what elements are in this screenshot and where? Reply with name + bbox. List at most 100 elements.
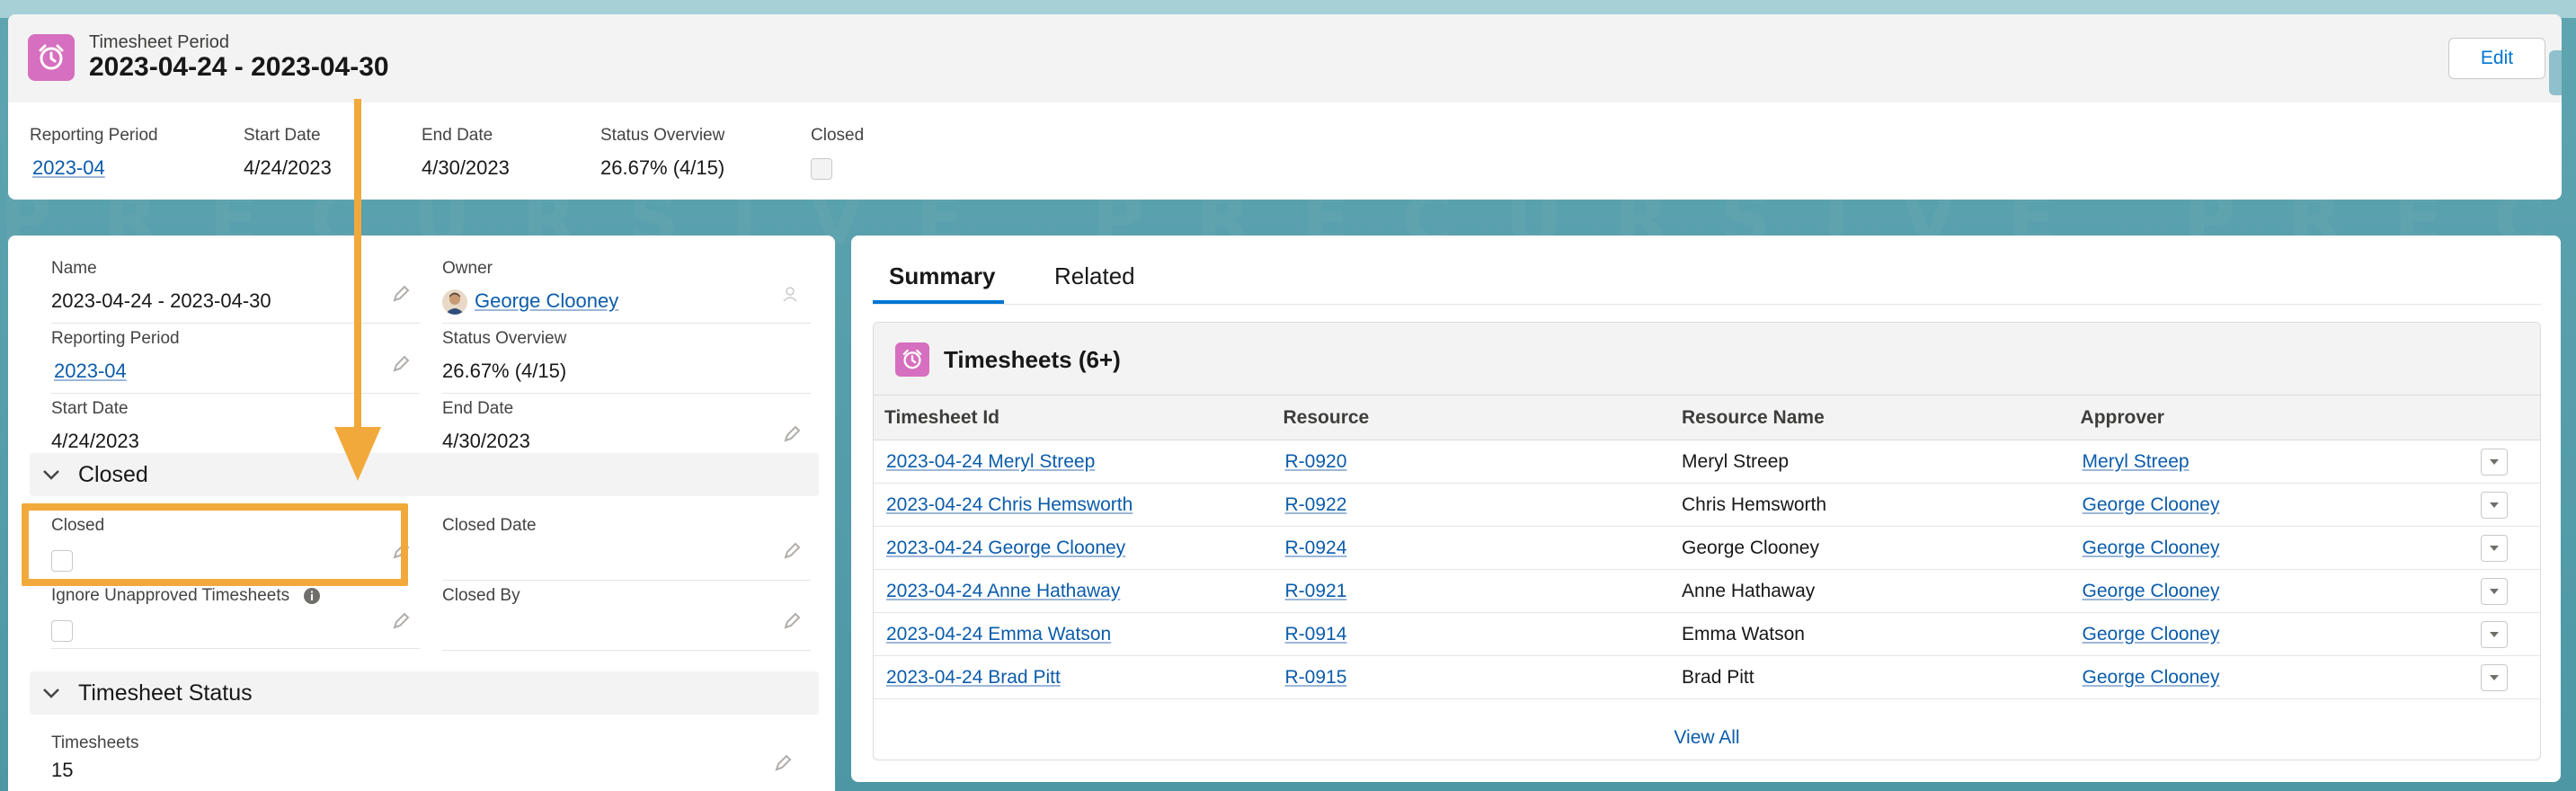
table-cell: George Clooney	[2070, 527, 2469, 570]
highlight-value: 4/30/2023	[422, 156, 510, 179]
timesheet-id-link[interactable]: 2023-04-24 Emma Watson	[886, 624, 1111, 644]
side-panel-tab[interactable]	[2549, 50, 2562, 95]
row-actions-dropdown[interactable]	[2481, 491, 2509, 519]
change-owner-icon[interactable]	[782, 284, 802, 304]
field-label-text: Ignore Unapproved Timesheets	[51, 586, 290, 605]
reporting-period-link[interactable]: 2023-04	[54, 360, 127, 382]
pencil-icon[interactable]	[391, 284, 411, 304]
active-tab-indicator	[873, 300, 1004, 304]
table-cell: Meryl Streep	[1671, 440, 2070, 484]
timesheets-related-list: Timesheets (6+) Timesheet Id Resource Re…	[873, 322, 2541, 760]
pencil-icon[interactable]	[773, 753, 793, 773]
timesheet-id-link[interactable]: 2023-04-24 Anne Hathaway	[886, 581, 1120, 601]
chevron-down-icon	[2490, 674, 2500, 680]
approver-link[interactable]: George Clooney	[2083, 581, 2220, 601]
highlight-label: End Date	[422, 126, 493, 145]
table-cell: R-0915	[1273, 656, 1672, 699]
field-timesheets: Timesheets 15	[51, 733, 802, 786]
column-header[interactable]: Timesheet Id	[874, 396, 1273, 440]
chevron-down-icon	[42, 687, 78, 699]
column-header[interactable]: Resource Name	[1671, 396, 2070, 440]
tab-summary[interactable]: Summary	[889, 262, 996, 290]
closed-checkbox-readonly	[811, 158, 832, 180]
section-title: Timesheet Status	[78, 680, 253, 706]
timesheets-table: Timesheet Id Resource Resource Name Appr…	[874, 395, 2540, 699]
table-cell: R-0921	[1273, 570, 1672, 613]
table-cell: 2023-04-24 Emma Watson	[874, 613, 1273, 656]
approver-link[interactable]: George Clooney	[2083, 538, 2220, 558]
field-value: 15	[51, 759, 74, 781]
related-list-title: Timesheets (6+)	[944, 346, 1121, 373]
main-panel: Summary Related Timesheets (6+) Timeshee…	[851, 236, 2561, 782]
object-type-label: Timesheet Period	[89, 32, 229, 52]
field-label: Closed By	[442, 586, 520, 605]
highlight-value: 4/24/2023	[244, 156, 332, 179]
table-row: 2023-04-24 George Clooney R-0924 George Cl…	[874, 527, 2540, 570]
reporting-period-link[interactable]: 2023-04	[32, 156, 158, 180]
section-timesheet-status-header[interactable]: Timesheet Status	[30, 671, 819, 715]
highlight-label: Reporting Period	[30, 126, 158, 145]
table-cell: Chris Hemsworth	[1671, 484, 2070, 527]
field-label: Ignore Unapproved Timesheets	[51, 586, 420, 606]
section-closed-header[interactable]: Closed	[30, 453, 819, 496]
pencil-icon[interactable]	[782, 611, 802, 631]
field-divider	[442, 323, 811, 324]
table-cell: R-0914	[1273, 613, 1672, 656]
field-label: Status Overview	[442, 329, 567, 348]
timesheet-id-link[interactable]: 2023-04-24 George Clooney	[886, 538, 1125, 558]
annotation-highlight-box	[22, 503, 408, 586]
highlight-label: Status Overview	[600, 126, 725, 145]
header-top: Timesheet Period 2023-04-24 - 2023-04-30…	[8, 14, 2562, 102]
field-value: 26.67% (4/15)	[442, 360, 567, 382]
edit-button[interactable]: Edit	[2448, 38, 2545, 79]
table-cell: Meryl Streep	[2070, 440, 2469, 484]
table-cell: Brad Pitt	[1671, 656, 2070, 699]
table-cell: Anne Hathaway	[1671, 570, 2070, 613]
column-header[interactable]: Approver	[2070, 396, 2469, 440]
table-cell: Emma Watson	[1671, 613, 2070, 656]
highlight-label: Closed	[811, 126, 865, 145]
resource-link[interactable]: R-0914	[1285, 624, 1347, 644]
approver-link[interactable]: George Clooney	[2083, 667, 2220, 688]
timesheet-id-link[interactable]: 2023-04-24 Meryl Streep	[886, 451, 1095, 472]
row-actions-dropdown[interactable]	[2481, 663, 2509, 691]
resource-link[interactable]: R-0922	[1285, 494, 1347, 515]
view-all-link[interactable]: View All	[874, 727, 2540, 749]
table-cell: R-0920	[1273, 440, 1672, 484]
field-label: Closed Date	[442, 516, 537, 535]
ignore-unapproved-checkbox[interactable]	[51, 620, 73, 642]
row-actions-dropdown[interactable]	[2481, 620, 2509, 648]
tab-related[interactable]: Related	[1054, 262, 1135, 290]
resource-link[interactable]: R-0924	[1285, 538, 1347, 558]
table-cell: George Clooney	[2070, 613, 2469, 656]
pencil-icon[interactable]	[391, 611, 411, 631]
field-divider	[442, 580, 811, 581]
field-label: End Date	[442, 399, 514, 418]
row-actions-dropdown[interactable]	[2481, 577, 2509, 605]
row-actions-dropdown[interactable]	[2481, 448, 2509, 475]
table-cell: George Clooney	[2070, 484, 2469, 527]
owner-link[interactable]: George Clooney	[475, 289, 618, 312]
approver-link[interactable]: Meryl Streep	[2083, 451, 2190, 472]
table-cell: 2023-04-24 George Clooney	[874, 527, 1273, 570]
pencil-icon[interactable]	[391, 354, 411, 374]
resource-link[interactable]: R-0915	[1285, 667, 1347, 688]
pencil-icon[interactable]	[782, 424, 802, 444]
table-row: 2023-04-24 Brad Pitt R-0915 Brad Pitt Georg…	[874, 656, 2540, 699]
resource-link[interactable]: R-0920	[1285, 451, 1347, 472]
timesheet-id-link[interactable]: 2023-04-24 Chris Hemsworth	[886, 494, 1133, 515]
tabs-divider	[873, 304, 2541, 305]
avatar	[442, 289, 467, 316]
highlight-label: Start Date	[244, 126, 321, 145]
pencil-icon[interactable]	[782, 541, 802, 561]
approver-link[interactable]: George Clooney	[2083, 624, 2220, 644]
table-cell: 2023-04-24 Meryl Streep	[874, 440, 1273, 484]
field-value	[442, 617, 811, 644]
row-actions-dropdown[interactable]	[2481, 534, 2509, 562]
info-icon[interactable]	[303, 587, 321, 605]
resource-link[interactable]: R-0921	[1285, 581, 1347, 601]
column-header[interactable]: Resource	[1273, 396, 1672, 440]
column-header-actions	[2468, 396, 2540, 440]
approver-link[interactable]: George Clooney	[2083, 494, 2220, 515]
timesheet-id-link[interactable]: 2023-04-24 Brad Pitt	[886, 667, 1061, 688]
